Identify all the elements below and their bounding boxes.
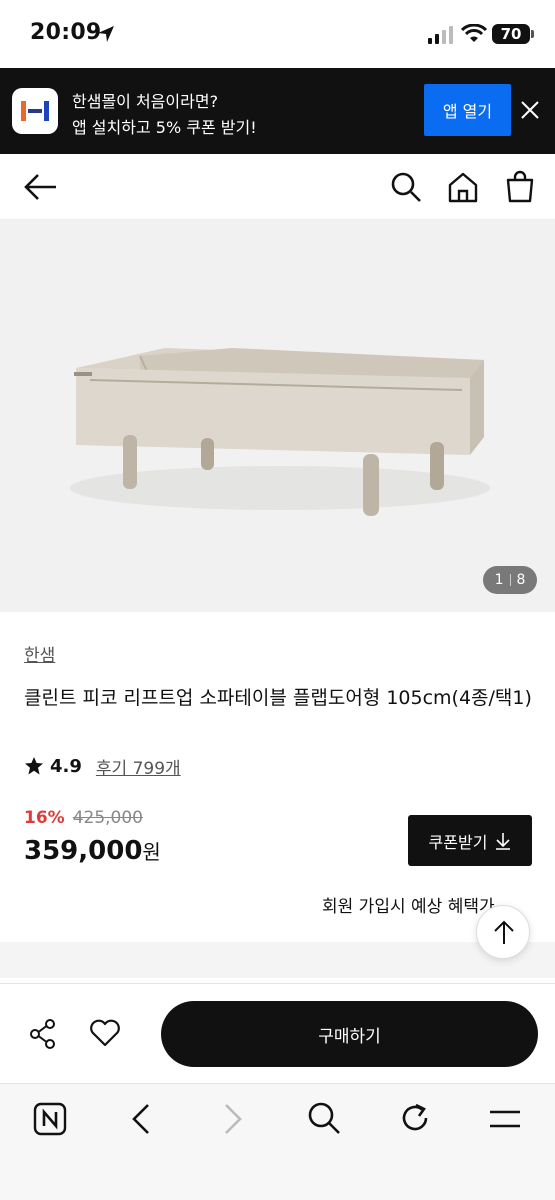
wifi-icon — [461, 24, 487, 42]
header-nav — [0, 154, 555, 220]
signal-icon — [428, 26, 453, 44]
search-icon[interactable] — [390, 171, 422, 203]
download-icon — [496, 832, 511, 850]
image-counter: 1 8 — [483, 566, 537, 594]
original-price: 425,000 — [72, 808, 144, 828]
product-image-carousel[interactable]: 1 8 — [0, 220, 555, 612]
menu-icon[interactable] — [488, 1106, 522, 1132]
buy-button[interactable]: 구매하기 — [161, 1001, 538, 1067]
price-value: 359,000 — [24, 836, 143, 866]
share-icon[interactable] — [28, 1018, 58, 1050]
image-counter-total: 8 — [516, 572, 526, 588]
scroll-to-top-button[interactable] — [476, 905, 530, 959]
image-counter-current: 1 — [494, 572, 504, 588]
browser-toolbar — [0, 1083, 555, 1200]
purchase-bar: 구매하기 — [0, 983, 555, 1083]
app-install-banner: 한샘몰이 처음이라면? 앱 설치하고 5% 쿠폰 받기! 앱 열기 — [0, 68, 555, 154]
browser-back-icon[interactable] — [128, 1102, 154, 1136]
coupon-button[interactable]: 쿠폰받기 — [408, 815, 532, 866]
refresh-icon[interactable] — [398, 1101, 432, 1135]
hanssem-logo — [12, 88, 58, 134]
browser-forward-icon[interactable] — [220, 1102, 246, 1136]
naver-icon[interactable] — [33, 1102, 67, 1136]
battery-indicator: 70 — [492, 24, 530, 44]
browser-search-icon[interactable] — [307, 1101, 341, 1135]
discount-row: 16% 425,000 — [24, 808, 143, 828]
banner-subline: 앱 설치하고 5% 쿠폰 받기! — [72, 118, 257, 137]
status-bar: 20:09 70 — [0, 0, 555, 68]
status-time: 20:09 — [30, 20, 102, 45]
coffee-table-image — [70, 348, 490, 516]
close-icon[interactable] — [518, 98, 542, 122]
rating-value: 4.9 — [50, 755, 82, 777]
heart-icon[interactable] — [89, 1019, 121, 1047]
product-title: 클린트 피코 리프트업 소파테이블 플랩도어형 105cm(4종/택1) — [24, 687, 532, 709]
battery-nub — [531, 30, 534, 38]
back-arrow-icon[interactable] — [22, 172, 58, 202]
coupon-button-label: 쿠폰받기 — [428, 832, 488, 852]
shopping-bag-icon[interactable] — [505, 169, 535, 203]
arrow-up-icon — [494, 920, 514, 944]
review-link[interactable]: 후기 799개 — [96, 754, 181, 779]
home-icon[interactable] — [447, 171, 479, 203]
sale-price: 359,000원 — [24, 836, 161, 866]
discount-rate: 16% — [24, 808, 65, 828]
star-icon — [25, 757, 43, 775]
open-app-button[interactable]: 앱 열기 — [424, 84, 511, 136]
image-counter-divider — [509, 574, 511, 586]
banner-headline: 한샘몰이 처음이라면? — [72, 92, 219, 111]
section-divider — [0, 942, 555, 982]
member-benefit-link[interactable]: 회원 가입시 예상 혜택가 — [322, 892, 495, 917]
brand-link[interactable]: 한샘 — [24, 641, 55, 666]
rating-row: 4.9 후기 799개 — [24, 754, 181, 779]
location-arrow-icon — [98, 26, 114, 42]
price-unit: 원 — [142, 840, 161, 864]
